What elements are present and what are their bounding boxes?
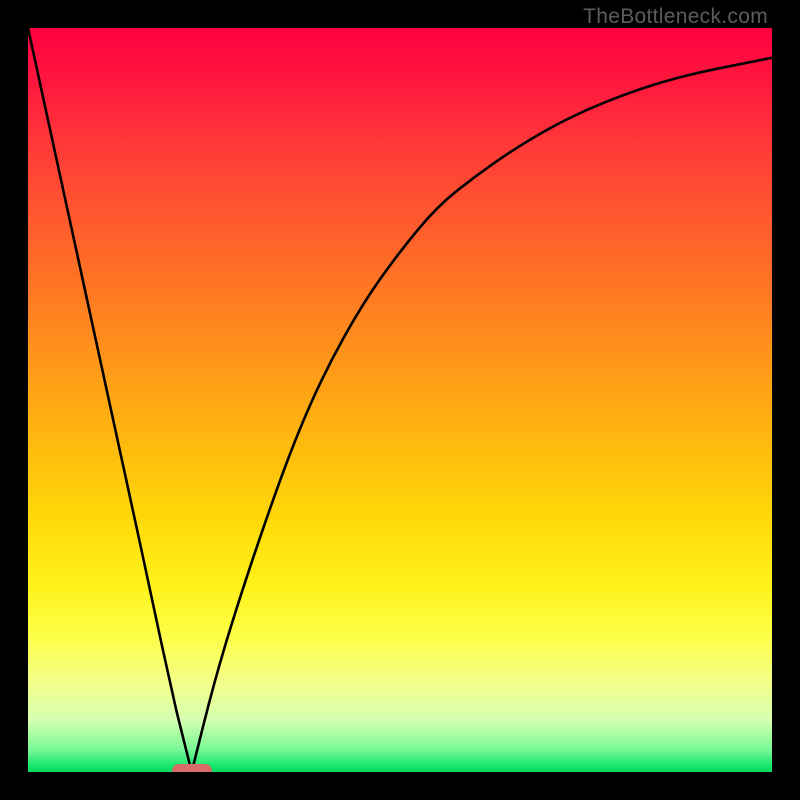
- plot-area: [28, 28, 772, 772]
- chart-stage: TheBottleneck.com: [0, 0, 800, 800]
- watermark-text: TheBottleneck.com: [583, 5, 768, 29]
- bottleneck-curve: [28, 28, 772, 772]
- optimal-marker: [172, 764, 212, 772]
- curve-layer: [28, 28, 772, 772]
